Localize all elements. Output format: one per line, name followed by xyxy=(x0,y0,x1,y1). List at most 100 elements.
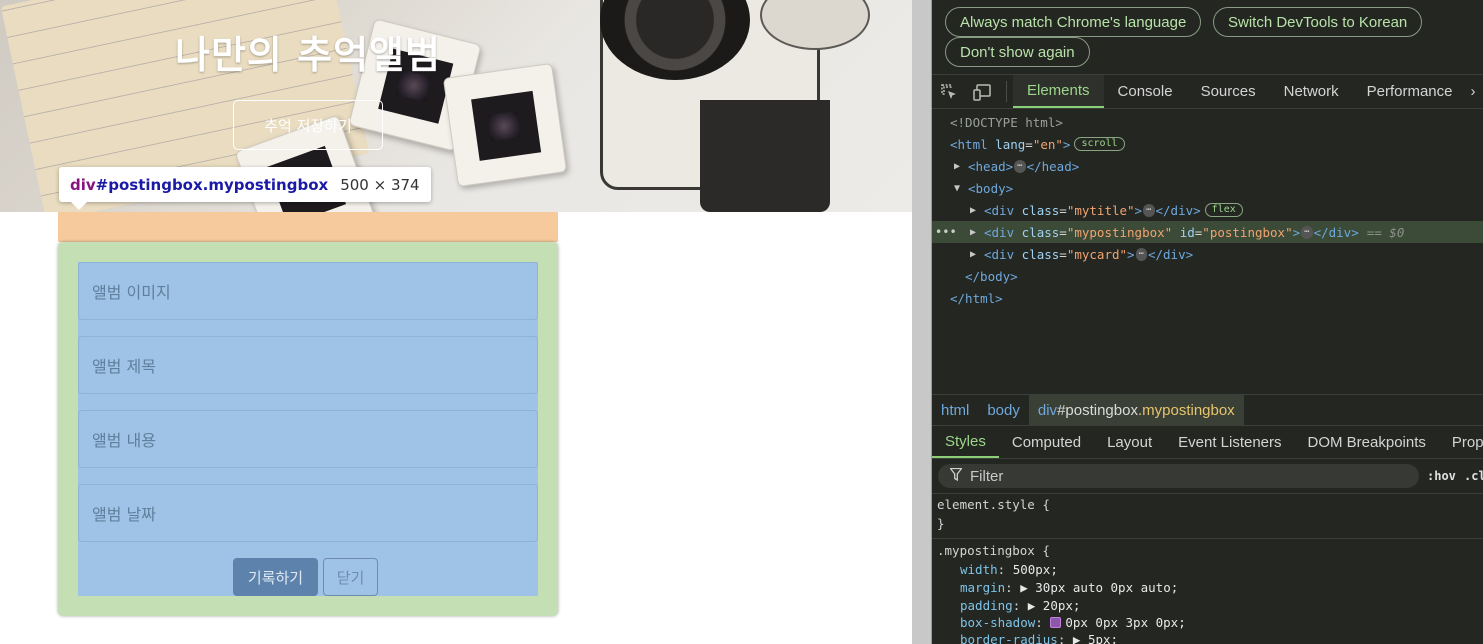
collapse-body-icon[interactable]: ▼ xyxy=(954,183,968,194)
tab-event-listeners[interactable]: Event Listeners xyxy=(1165,426,1294,458)
prop-value: 0px 0px 3px 0px; xyxy=(1065,614,1186,630)
tab-performance[interactable]: Performance xyxy=(1353,75,1467,108)
dom-mytitle-node[interactable]: ▶ <div class = "mytitle" > ⋯ </div> flex xyxy=(932,199,1483,221)
page-viewport: 나만의 추억앨범 추억 저장하기 div #postingbox .mypostin… xyxy=(0,0,912,644)
tooltip-class: .mypostingbox xyxy=(202,175,329,194)
hero-background-camera-body xyxy=(700,100,830,212)
styles-subtabs: Styles Computed Layout Event Listeners D… xyxy=(932,425,1483,459)
class-attr: class xyxy=(1021,224,1060,240)
node-actions-icon[interactable]: ••• xyxy=(935,225,957,239)
dom-doctype[interactable]: <!DOCTYPE html> xyxy=(932,111,1483,133)
tab-elements[interactable]: Elements xyxy=(1013,75,1104,108)
flex-badge[interactable]: flex xyxy=(1204,203,1243,217)
dom-body-node[interactable]: ▼ <body> xyxy=(932,177,1483,199)
doctype-text: <!DOCTYPE html> xyxy=(950,114,1063,130)
prop-value: ▶ 30px auto 0px auto; xyxy=(1020,579,1179,595)
prop-value: ▶ 20px; xyxy=(1027,597,1081,613)
div-open-tag: <div xyxy=(984,246,1015,262)
posting-box-content: 앨범 이미지 앨범 제목 앨범 내용 앨범 날짜 기록하기 닫기 xyxy=(78,262,538,596)
collapsed-ellipsis-icon[interactable]: ⋯ xyxy=(1301,225,1313,239)
postingbox-id-value: "postingbox" xyxy=(1202,224,1293,240)
album-content-input[interactable]: 앨범 내용 xyxy=(78,410,538,468)
device-toolbar-icon[interactable] xyxy=(966,75,1000,108)
styles-filter-input[interactable]: Filter xyxy=(938,464,1419,488)
always-match-language-button[interactable]: Always match Chrome's language xyxy=(945,7,1202,37)
dom-body-close[interactable]: </body> xyxy=(932,265,1483,287)
shadow-editor-icon[interactable] xyxy=(1050,616,1062,628)
save-memory-button[interactable]: 추억 저장하기 xyxy=(233,100,383,150)
collapsed-ellipsis-icon[interactable]: ⋯ xyxy=(1014,159,1026,173)
html-lang-value: "en" xyxy=(1032,136,1063,152)
equals-sign: = xyxy=(1059,246,1067,262)
style-prop-width[interactable]: width: 500px; xyxy=(960,560,1058,578)
styles-filter-row: Filter :hov .cl xyxy=(932,460,1483,493)
tab-dom-breakpoints[interactable]: DOM Breakpoints xyxy=(1295,426,1439,458)
hover-state-toggle[interactable]: :hov xyxy=(1427,469,1456,483)
dont-show-again-button[interactable]: Don't show again xyxy=(945,37,1090,67)
album-image-input[interactable]: 앨범 이미지 xyxy=(78,262,538,320)
tag-bracket: > xyxy=(1127,246,1135,262)
div-open-tag: <div xyxy=(984,202,1015,218)
breadcrumb-postingbox[interactable]: div #postingbox .mypostingbox xyxy=(1028,395,1244,425)
style-prop-padding[interactable]: padding: ▶ 20px; xyxy=(960,596,1080,614)
devtools-splitter[interactable] xyxy=(912,0,932,644)
expand-mycard-icon[interactable]: ▶ xyxy=(970,249,984,260)
scroll-badge[interactable]: scroll xyxy=(1074,137,1125,151)
expand-mytitle-icon[interactable]: ▶ xyxy=(970,205,984,216)
tooltip-tag: div xyxy=(70,175,96,194)
tab-properties[interactable]: Prope xyxy=(1439,426,1483,458)
language-infobar: Always match Chrome's language Switch De… xyxy=(932,0,1483,74)
dom-html-node[interactable]: <html lang = "en" > scroll xyxy=(932,133,1483,155)
head-open-tag: <head> xyxy=(968,158,1014,174)
mypostingbox-class-value: "mypostingbox" xyxy=(1066,224,1173,240)
dom-head-node[interactable]: ▶ <head> ⋯ </head> xyxy=(932,155,1483,177)
tab-sources[interactable]: Sources xyxy=(1187,75,1270,108)
filter-placeholder: Filter xyxy=(970,467,1004,485)
collapsed-ellipsis-icon[interactable]: ⋯ xyxy=(1143,203,1155,217)
dom-html-close[interactable]: </html> xyxy=(932,287,1483,309)
mypostingbox-selector[interactable]: .mypostingbox { xyxy=(937,541,1050,559)
tab-styles[interactable]: Styles xyxy=(932,426,999,458)
tab-layout[interactable]: Layout xyxy=(1094,426,1165,458)
style-prop-box-shadow[interactable]: box-shadow: 0px 0px 3px 0px; xyxy=(960,613,1186,631)
breadcrumb-html[interactable]: html xyxy=(932,395,978,425)
inspect-element-icon[interactable] xyxy=(932,75,966,108)
prop-name: padding xyxy=(960,597,1013,613)
devtools-tabbar: Elements Console Sources Network Perform… xyxy=(932,74,1483,109)
style-prop-border-radius[interactable]: border-radius: ▶ 5px; xyxy=(960,630,1118,644)
dom-mypostingbox-node[interactable]: ••• ▶ <div class = "mypostingbox" id = "posti… xyxy=(932,221,1483,243)
album-title-input[interactable]: 앨범 제목 xyxy=(78,336,538,394)
class-attr: class xyxy=(1021,202,1060,218)
breadcrumb: html body div #postingbox .mypostingbox xyxy=(932,394,1483,425)
head-close-tag: </head> xyxy=(1026,158,1080,174)
album-date-input[interactable]: 앨범 날짜 xyxy=(78,484,538,542)
breadcrumb-class: .mypostingbox xyxy=(1137,401,1235,419)
html-lang-attr: lang xyxy=(995,136,1026,152)
prop-value: ▶ 5px; xyxy=(1072,631,1119,644)
div-close-tag: </div> xyxy=(1147,246,1194,262)
element-style-selector[interactable]: element.style { xyxy=(937,495,1050,513)
more-tabs-icon[interactable]: › xyxy=(1467,75,1480,108)
collapsed-ellipsis-icon[interactable]: ⋯ xyxy=(1135,247,1147,261)
div-open-tag: <div xyxy=(984,224,1015,240)
html-bracket: > xyxy=(1062,136,1071,152)
prop-name: margin xyxy=(960,579,1006,595)
tag-bracket: > xyxy=(1134,202,1143,218)
equals-sign: = xyxy=(1025,136,1033,152)
screen: 나만의 추억앨범 추억 저장하기 div #postingbox .mypostin… xyxy=(0,0,1483,644)
expand-mypostingbox-icon[interactable]: ▶ xyxy=(970,227,984,238)
close-button[interactable]: 닫기 xyxy=(323,558,378,596)
prop-name: border-radius xyxy=(960,631,1058,644)
style-prop-margin[interactable]: margin: ▶ 30px auto 0px auto; xyxy=(960,578,1178,596)
tab-network[interactable]: Network xyxy=(1270,75,1353,108)
dom-mycard-node[interactable]: ▶ <div class = "mycard" > ⋯ </div> xyxy=(932,243,1483,265)
breadcrumb-body[interactable]: body xyxy=(978,395,1029,425)
tab-console[interactable]: Console xyxy=(1104,75,1187,108)
record-button[interactable]: 기록하기 xyxy=(233,558,318,596)
expand-head-icon[interactable]: ▶ xyxy=(954,161,968,172)
tab-computed[interactable]: Computed xyxy=(999,426,1094,458)
class-toggle[interactable]: .cl xyxy=(1464,469,1483,483)
mycard-class-value: "mycard" xyxy=(1066,246,1128,262)
switch-to-korean-button[interactable]: Switch DevTools to Korean xyxy=(1213,7,1423,37)
body-open-tag: <body> xyxy=(968,180,1014,196)
